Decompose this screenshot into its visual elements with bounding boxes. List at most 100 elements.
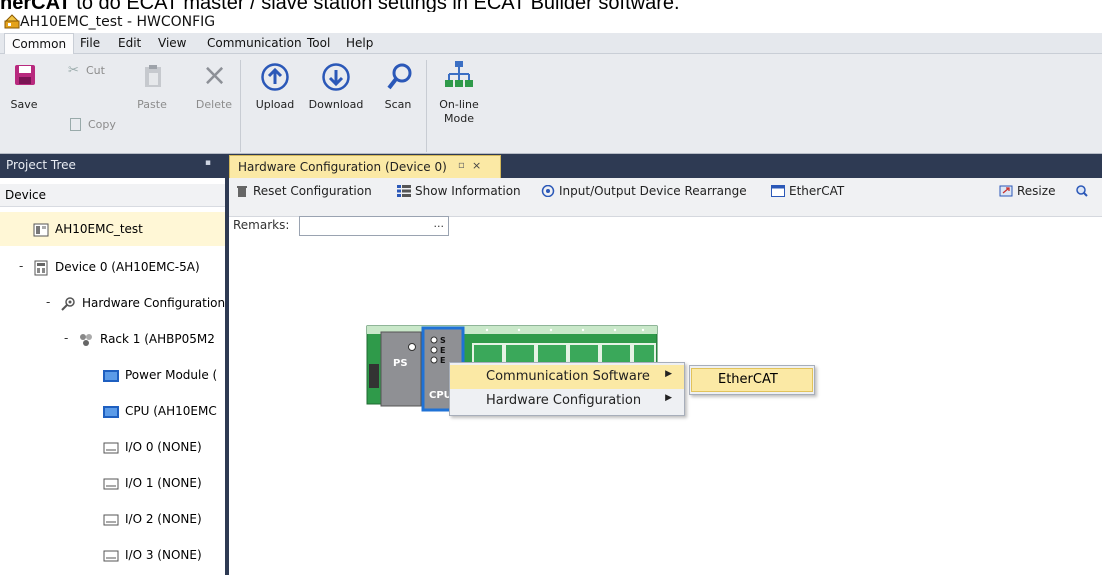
ethercat-toolbar-label: EtherCAT	[789, 184, 845, 198]
menu-item-label: Communication Software	[486, 369, 650, 384]
ethercat-toolbar-button[interactable]: EtherCAT	[771, 184, 844, 202]
resize-button[interactable]: Resize	[999, 184, 1055, 202]
menu-item-hardware-configuration[interactable]: Hardware Configuration ▶	[450, 389, 684, 413]
collapse-toggle[interactable]: -	[19, 259, 23, 273]
remarks-label: Remarks:	[233, 218, 290, 232]
rack-icon	[80, 334, 92, 346]
tab-close-icon[interactable]: ×	[472, 159, 481, 172]
copy-button[interactable]: Copy	[66, 116, 126, 142]
ps-label: PS	[393, 358, 408, 369]
config-toolbar: Reset Configuration Show Information Inp…	[229, 178, 1102, 217]
clipboard-icon	[145, 65, 161, 87]
slot-icon	[103, 442, 119, 454]
tree-item-label: Rack 1 (AHBP05M2	[100, 332, 215, 346]
tree-item-label: I/O 3 (NONE)	[125, 548, 202, 562]
submenu-arrow-icon: ▶	[665, 369, 672, 379]
rearrange-icon	[541, 185, 555, 197]
show-information-button[interactable]: Show Information	[397, 184, 521, 202]
upload-button[interactable]: Upload	[252, 58, 298, 148]
ribbon: Save ✂ Cut Copy Paste × Delete Upload Do…	[0, 54, 1102, 154]
cpu-led-label: E	[440, 356, 446, 365]
cpu-led-label: S	[440, 336, 446, 345]
module-icon	[103, 370, 119, 382]
device-section-header: Device	[0, 184, 225, 207]
title-bar: AH10EMC_test - HWCONFIG	[0, 12, 1102, 32]
project-icon	[33, 223, 49, 237]
online-label-2: Mode	[444, 112, 474, 125]
tab-label: Hardware Configuration (Device 0)	[238, 160, 447, 174]
submenu-item-ethercat[interactable]: EtherCAT	[691, 368, 813, 392]
upload-arrow-icon	[261, 63, 289, 91]
show-information-label: Show Information	[415, 184, 521, 198]
window-title: AH10EMC_test - HWCONFIG	[20, 14, 216, 30]
tab-pin-icon[interactable]: ▫	[458, 160, 465, 171]
rack-end-cap	[369, 364, 379, 388]
cut-label: Cut	[86, 64, 105, 77]
paste-button[interactable]: Paste	[130, 58, 174, 148]
delete-label: Delete	[195, 98, 233, 111]
menu-file[interactable]: File	[73, 33, 107, 53]
menu-view[interactable]: View	[151, 33, 193, 53]
paste-label: Paste	[137, 98, 167, 111]
hardware-config-icon	[61, 297, 75, 311]
network-icon	[445, 61, 473, 87]
scan-label: Scan	[384, 98, 412, 111]
zoom-button[interactable]	[1075, 184, 1093, 202]
tab-hardware-configuration[interactable]: Hardware Configuration (Device 0) ▫ ×	[229, 155, 501, 179]
menu-item-label: Hardware Configuration	[486, 393, 642, 408]
menu-common[interactable]: Common	[4, 33, 75, 54]
slot-icon	[103, 478, 119, 490]
trash-icon	[237, 186, 247, 197]
upload-label: Upload	[255, 98, 295, 111]
device-icon	[34, 260, 48, 276]
cut-button[interactable]: ✂ Cut	[64, 58, 124, 84]
ribbon-separator	[426, 60, 427, 152]
io-rearrange-button[interactable]: Input/Output Device Rearrange	[541, 184, 747, 202]
resize-icon	[999, 185, 1013, 197]
menu-tool[interactable]: Tool	[300, 33, 337, 53]
scan-button[interactable]: Scan	[376, 58, 420, 148]
collapse-toggle[interactable]: -	[64, 331, 68, 345]
collapse-toggle[interactable]: -	[46, 295, 50, 309]
context-menu: Communication Software ▶ Hardware Config…	[449, 362, 685, 416]
list-icon	[397, 185, 411, 197]
download-label: Download	[308, 98, 364, 111]
document-area: Hardware Configuration (Device 0) ▫ × Re…	[229, 154, 1102, 575]
cpu-led-label: E	[440, 346, 446, 355]
menu-item-communication-software[interactable]: Communication Software ▶	[450, 365, 684, 389]
tree-item-label: I/O 2 (NONE)	[125, 512, 202, 526]
project-tree-panel: Project Tree ▪ Device AH10EMC_test - Dev…	[0, 154, 226, 575]
tree-item-label: Device 0 (AH10EMC-5A)	[55, 260, 200, 274]
copy-label: Copy	[88, 118, 116, 131]
download-button[interactable]: Download	[306, 58, 366, 148]
reset-configuration-label: Reset Configuration	[253, 184, 372, 198]
pin-icon[interactable]: ▪	[205, 158, 211, 168]
menu-help[interactable]: Help	[339, 33, 380, 53]
scissors-icon: ✂	[68, 63, 79, 78]
project-tree-header: Project Tree ▪	[0, 154, 225, 178]
remarks-browse-button[interactable]: ...	[434, 217, 445, 230]
app-icon	[4, 14, 20, 29]
menu-bar: Common File Edit View Communication Tool…	[0, 33, 1102, 54]
tree-item-label: I/O 1 (NONE)	[125, 476, 202, 490]
menu-edit[interactable]: Edit	[111, 33, 148, 53]
resize-label: Resize	[1017, 184, 1056, 198]
io-rearrange-label: Input/Output Device Rearrange	[559, 184, 747, 198]
project-tree-title: Project Tree	[6, 158, 76, 172]
reset-configuration-button[interactable]: Reset Configuration	[235, 184, 372, 202]
online-mode-button[interactable]: On-line Mode	[434, 58, 484, 152]
delete-button[interactable]: × Delete	[192, 58, 236, 148]
menu-communication[interactable]: Communication	[200, 33, 309, 53]
delete-x-icon: ×	[202, 58, 228, 93]
download-arrow-icon	[322, 63, 350, 91]
hardware-canvas[interactable]: PS CPU S E E Communication Software ▶ Ha…	[229, 240, 1102, 575]
device-section-label: Device	[5, 188, 47, 202]
tree-item-label: AH10EMC_test	[55, 222, 143, 236]
online-label-1: On-line	[439, 98, 479, 111]
tree-item-label: Power Module (	[125, 368, 218, 382]
remarks-input[interactable]: ...	[299, 216, 449, 236]
power-supply-module	[380, 331, 422, 407]
save-button[interactable]: Save	[2, 58, 46, 148]
save-label: Save	[10, 98, 38, 111]
tree-item-label: CPU (AH10EMC	[125, 404, 217, 418]
